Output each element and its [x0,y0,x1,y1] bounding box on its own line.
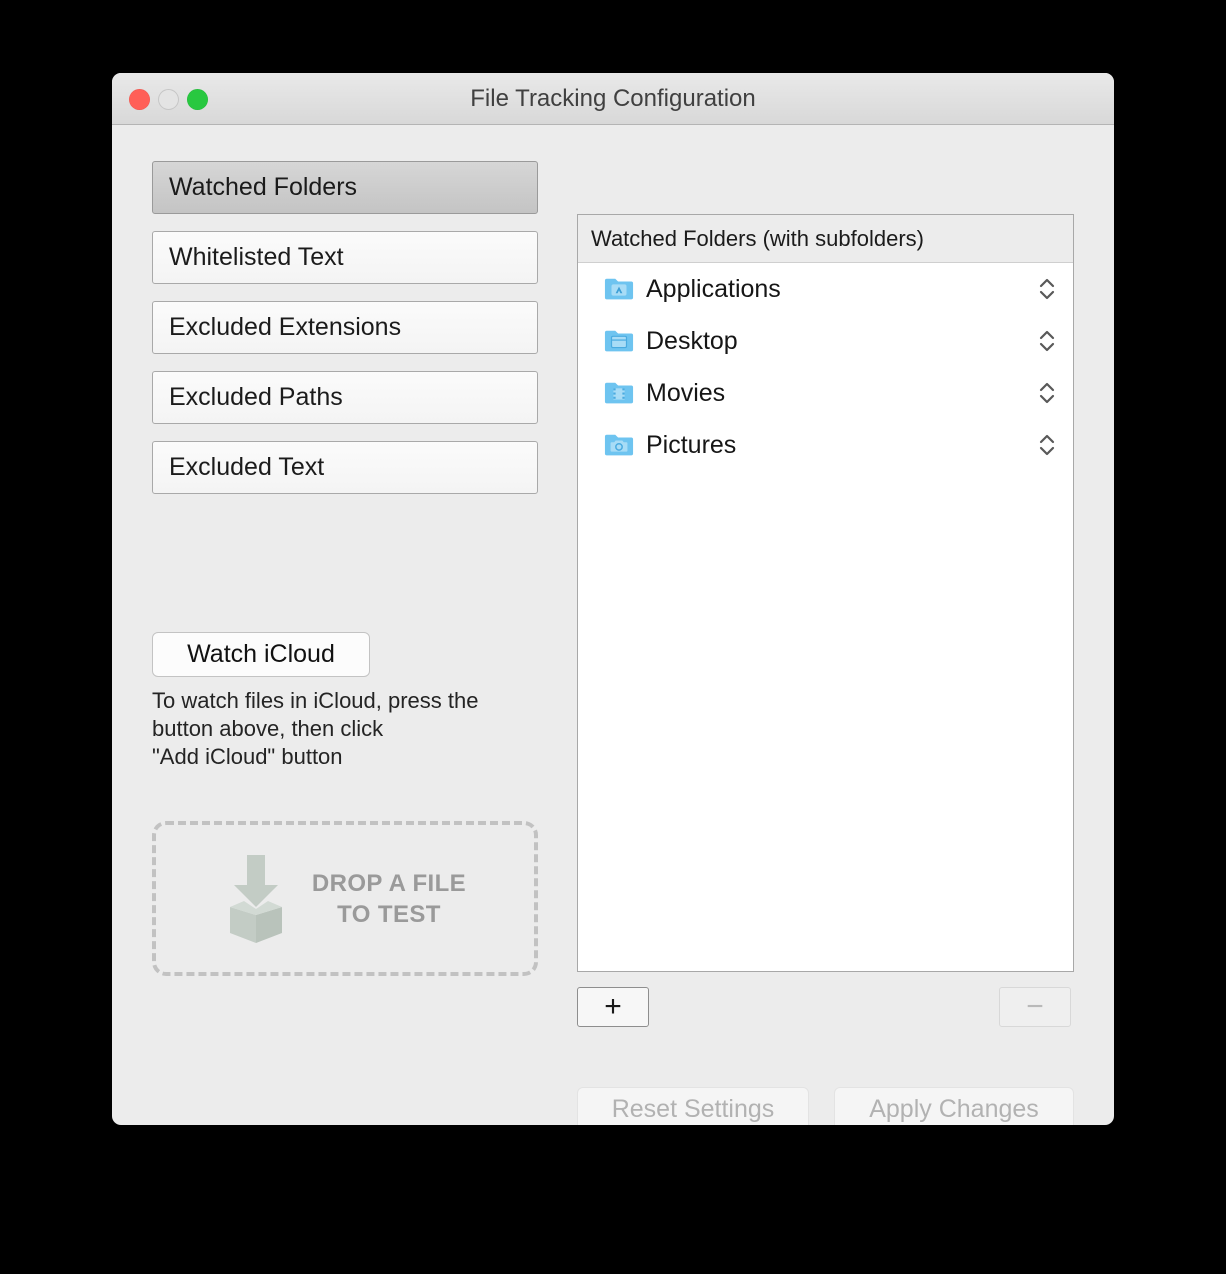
title-bar: File Tracking Configuration [112,73,1114,125]
list-header: Watched Folders (with subfolders) [578,215,1073,263]
apply-changes-button[interactable]: Apply Changes [834,1087,1074,1125]
watch-icloud-button[interactable]: Watch iCloud [152,632,370,677]
row-label: Desktop [646,326,738,355]
minus-icon: − [1026,990,1044,1023]
app-window: File Tracking Configuration Watched Fold… [112,73,1114,1125]
sidebar-item-watched-folders[interactable]: Watched Folders [152,161,538,214]
drop-zone-label: DROP A FILE TO TEST [311,869,467,928]
sidebar-item-excluded-text[interactable]: Excluded Text [152,441,538,494]
table-row[interactable]: Desktop [578,315,1073,367]
table-row[interactable]: Applications [578,263,1073,315]
table-row[interactable]: Movies [578,367,1073,419]
sidebar-item-excluded-extensions[interactable]: Excluded Extensions [152,301,538,354]
row-label: Movies [646,378,726,407]
file-drop-zone[interactable]: DROP A FILE TO TEST [152,821,538,976]
folder-desktop-icon [604,330,634,352]
folder-pictures-icon [604,434,634,456]
window-content: Watched Folders Whitelisted Text Exclude… [112,125,1114,1125]
add-folder-button[interactable]: + [577,987,649,1027]
reset-settings-button[interactable]: Reset Settings [577,1087,809,1125]
table-row[interactable]: Pictures [578,419,1073,471]
stepper-icon[interactable] [1037,431,1057,459]
stepper-icon[interactable] [1037,379,1057,407]
sidebar: Watched Folders Whitelisted Text Exclude… [152,161,538,511]
plus-icon: + [604,990,622,1023]
drop-file-box-icon [229,854,282,943]
sidebar-item-excluded-paths[interactable]: Excluded Paths [152,371,538,424]
icloud-help-text: To watch files in iCloud, press the butt… [152,688,479,769]
row-label: Pictures [646,430,737,459]
folder-movies-icon [604,382,634,404]
remove-folder-button[interactable]: − [999,987,1071,1027]
window-title: File Tracking Configuration [470,85,756,112]
stepper-icon[interactable] [1037,327,1057,355]
watched-folders-panel: Watched Folders (with subfolders) Applic… [577,214,1074,972]
stepper-icon[interactable] [1037,275,1057,303]
folder-applications-icon [604,278,634,300]
row-label: Applications [646,274,781,303]
sidebar-item-whitelisted-text[interactable]: Whitelisted Text [152,231,538,284]
watched-folders-list: Applications Desktop Movies Pictures [578,263,1073,471]
